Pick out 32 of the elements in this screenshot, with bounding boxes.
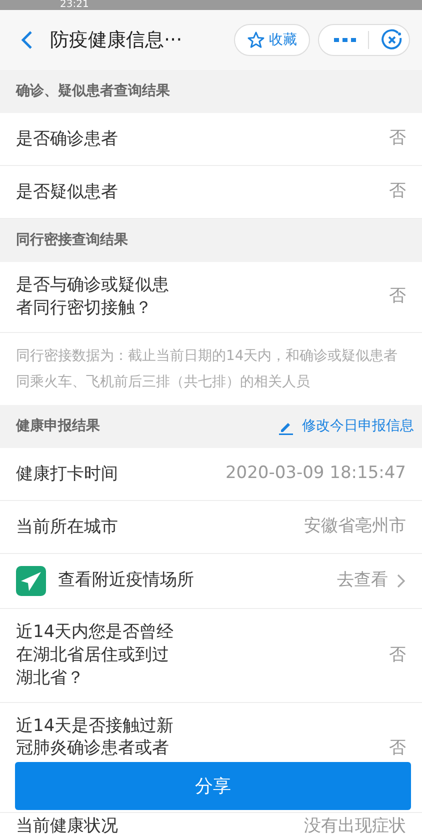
note-text: 同行密接数据为：截止当前日期的14天内，和确诊或疑似患者同乘火车、飞机前后三排（共七排）的相关人员 <box>16 347 399 392</box>
section-title: 健康申报结果 <box>16 417 100 436</box>
section-title: 确诊、疑似患者查询结果 <box>16 82 170 101</box>
row-label: 查看附近疫情场所 <box>58 569 194 592</box>
row-value: 去查看 <box>337 569 388 592</box>
back-icon[interactable] <box>20 30 34 50</box>
edit-report-link[interactable]: 修改今日申报信息 <box>278 416 414 437</box>
share-button[interactable]: 分享 <box>15 762 411 810</box>
row-value: 否 <box>389 285 406 308</box>
row-value: 安徽省亳州市 <box>304 515 406 538</box>
chevron-right-icon <box>396 573 406 589</box>
favorite-button[interactable]: 收藏 <box>234 24 310 56</box>
star-icon <box>247 31 265 49</box>
row-label: 近14天内您是否曾经在湖北省居住或到过湖北省？ <box>16 621 175 690</box>
row-label: 是否与确诊或疑似患者同行密切接触？ <box>16 274 170 320</box>
row-label: 当前健康状况 <box>16 817 118 836</box>
close-icon[interactable] <box>381 29 403 51</box>
row-value: 否 <box>389 180 406 204</box>
row-value: 没有出现症状 <box>304 817 406 836</box>
row-label: 当前所在城市 <box>16 516 118 538</box>
row-value: 2020-03-09 18:15:47 <box>225 462 406 486</box>
row-label: 是否确诊患者 <box>16 128 118 150</box>
row-value: 否 <box>389 737 406 759</box>
row-label: 近14天是否接触过新冠肺炎确诊患者或者 <box>16 715 175 759</box>
more-icon[interactable] <box>334 37 356 43</box>
section-title: 同行密接查询结果 <box>16 230 128 250</box>
paper-plane-icon <box>16 566 46 596</box>
page-title: 防疫健康信息··· <box>50 28 182 53</box>
row-label: 是否疑似患者 <box>16 180 118 204</box>
row-value: 否 <box>389 644 406 667</box>
row-label: 健康打卡时间 <box>16 462 118 486</box>
row-value: 否 <box>389 127 406 150</box>
